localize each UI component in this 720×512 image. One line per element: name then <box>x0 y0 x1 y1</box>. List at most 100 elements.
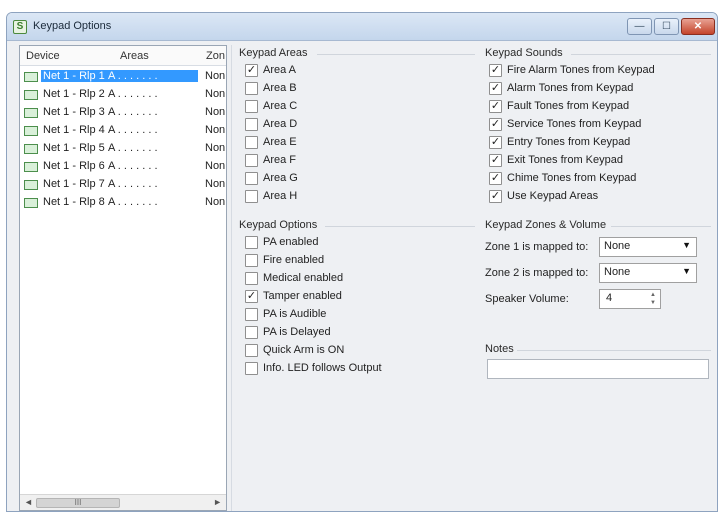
checkbox-box <box>245 100 258 113</box>
checkbox-box <box>245 272 258 285</box>
device-row[interactable]: Net 1 - Rlp 6 A . . . . . . . None <box>21 158 226 176</box>
device-zone: None <box>205 88 225 100</box>
device-name: Net 1 - Rlp 8 <box>43 196 105 208</box>
zone1-select[interactable]: None ▼ <box>599 237 697 257</box>
group-divider <box>317 54 475 55</box>
zone2-value: None <box>604 266 631 278</box>
panel-divider <box>231 45 232 511</box>
device-list-header: Device Areas Zon <box>20 46 226 66</box>
check-icon: ✓ <box>489 190 502 203</box>
spin-arrows[interactable]: ▲ ▼ <box>648 291 658 307</box>
maximize-button[interactable]: ☐ <box>654 18 679 35</box>
device-zone: None <box>205 142 225 154</box>
device-zone: None <box>205 160 225 172</box>
device-row[interactable]: Net 1 - Rlp 8 A . . . . . . . None <box>21 194 226 212</box>
keypad-device-icon <box>24 162 38 172</box>
device-zone: None <box>205 196 225 208</box>
device-row[interactable]: Net 1 - Rlp 5 A . . . . . . . None <box>21 140 226 158</box>
speaker-volume-value: 4 <box>606 292 613 304</box>
group-divider <box>325 226 475 227</box>
maximize-icon: ☐ <box>662 21 671 32</box>
title-bar: S Keypad Options — ☐ ✕ <box>7 13 717 41</box>
device-areas: A . . . . . . . <box>108 106 158 118</box>
device-name: Net 1 - Rlp 6 <box>43 160 105 172</box>
check-icon: ✓ <box>489 172 502 185</box>
check-icon: ✓ <box>245 64 258 77</box>
spin-down-icon[interactable]: ▼ <box>648 299 658 307</box>
checkbox-box <box>245 344 258 357</box>
notes-label: Notes <box>485 343 514 355</box>
check-icon: ✓ <box>489 100 502 113</box>
zone2-label: Zone 2 is mapped to: <box>485 267 589 279</box>
checkbox-box <box>245 254 258 267</box>
checkbox-box <box>245 118 258 131</box>
keypad-device-icon <box>24 144 38 154</box>
check-icon: ✓ <box>489 136 502 149</box>
device-row[interactable]: Net 1 - Rlp 2 A . . . . . . . None <box>21 86 226 104</box>
device-row[interactable]: Net 1 - Rlp 1 A . . . . . . . None <box>21 68 226 86</box>
scroll-right-icon[interactable]: ► <box>213 497 222 507</box>
column-header-device[interactable]: Device <box>26 50 60 62</box>
check-icon: ✓ <box>489 64 502 77</box>
spin-up-icon[interactable]: ▲ <box>648 291 658 299</box>
chevron-down-icon: ▼ <box>682 240 691 250</box>
device-zone: None <box>205 124 225 136</box>
column-header-areas[interactable]: Areas <box>120 50 149 62</box>
checkbox-box <box>245 82 258 95</box>
speaker-volume-stepper[interactable]: 4 ▲ ▼ <box>599 289 661 309</box>
device-zone: None <box>205 178 225 190</box>
device-zone: None <box>205 70 225 82</box>
scroll-left-icon[interactable]: ◄ <box>24 497 33 507</box>
device-areas: A . . . . . . . <box>108 160 158 172</box>
device-name: Net 1 - Rlp 3 <box>43 106 105 118</box>
device-row[interactable]: Net 1 - Rlp 3 A . . . . . . . None <box>21 104 226 122</box>
device-areas: A . . . . . . . <box>108 178 158 190</box>
group-divider <box>611 226 711 227</box>
group-divider <box>571 54 711 55</box>
scroll-thumb[interactable]: III <box>36 498 120 508</box>
horizontal-scrollbar[interactable]: ◄ III ► <box>20 494 226 510</box>
device-row[interactable]: Net 1 - Rlp 7 A . . . . . . . None <box>21 176 226 194</box>
device-name: Net 1 - Rlp 1 <box>41 70 107 82</box>
check-icon: ✓ <box>489 154 502 167</box>
window-title: Keypad Options <box>33 20 112 32</box>
checkbox-box <box>245 326 258 339</box>
checkbox-box <box>245 136 258 149</box>
device-areas: A . . . . . . . <box>108 196 158 208</box>
device-zone: None <box>205 106 225 118</box>
speaker-volume-label: Speaker Volume: <box>485 293 569 305</box>
keypad-device-icon <box>24 126 38 136</box>
notes-field[interactable] <box>487 359 709 379</box>
device-areas: A . . . . . . . <box>108 142 158 154</box>
chevron-down-icon: ▼ <box>682 266 691 276</box>
checkbox-box <box>245 362 258 375</box>
keypad-sounds-label: Keypad Sounds <box>485 47 563 59</box>
zones-volume-label: Keypad Zones & Volume <box>485 219 607 231</box>
close-button[interactable]: ✕ <box>681 18 715 35</box>
column-header-zone[interactable]: Zon <box>206 50 225 62</box>
device-areas: A . . . . . . . <box>108 124 158 136</box>
keypad-app-icon: S <box>13 20 27 34</box>
checkbox-box <box>245 154 258 167</box>
zone1-label: Zone 1 is mapped to: <box>485 241 589 253</box>
checkbox-box <box>245 190 258 203</box>
group-divider <box>517 350 711 351</box>
minimize-icon: — <box>634 21 645 32</box>
keypad-device-icon <box>24 180 38 190</box>
checkbox-box <box>245 172 258 185</box>
device-name: Net 1 - Rlp 2 <box>43 88 105 100</box>
device-row[interactable]: Net 1 - Rlp 4 A . . . . . . . None <box>21 122 226 140</box>
device-list[interactable]: Device Areas Zon Net 1 - Rlp 1 A . . . .… <box>19 45 227 511</box>
minimize-button[interactable]: — <box>627 18 652 35</box>
zone1-value: None <box>604 240 631 252</box>
zone2-select[interactable]: None ▼ <box>599 263 697 283</box>
keypad-options-label: Keypad Options <box>239 219 318 231</box>
checkbox-box <box>245 236 258 249</box>
device-areas: A . . . . . . . <box>106 70 198 82</box>
device-name: Net 1 - Rlp 5 <box>43 142 105 154</box>
device-name: Net 1 - Rlp 4 <box>43 124 105 136</box>
close-icon: ✕ <box>693 21 703 32</box>
check-icon: ✓ <box>245 290 258 303</box>
keypad-options-window: S Keypad Options — ☐ ✕ Device Areas Zon … <box>6 12 718 512</box>
keypad-device-icon <box>24 90 38 100</box>
